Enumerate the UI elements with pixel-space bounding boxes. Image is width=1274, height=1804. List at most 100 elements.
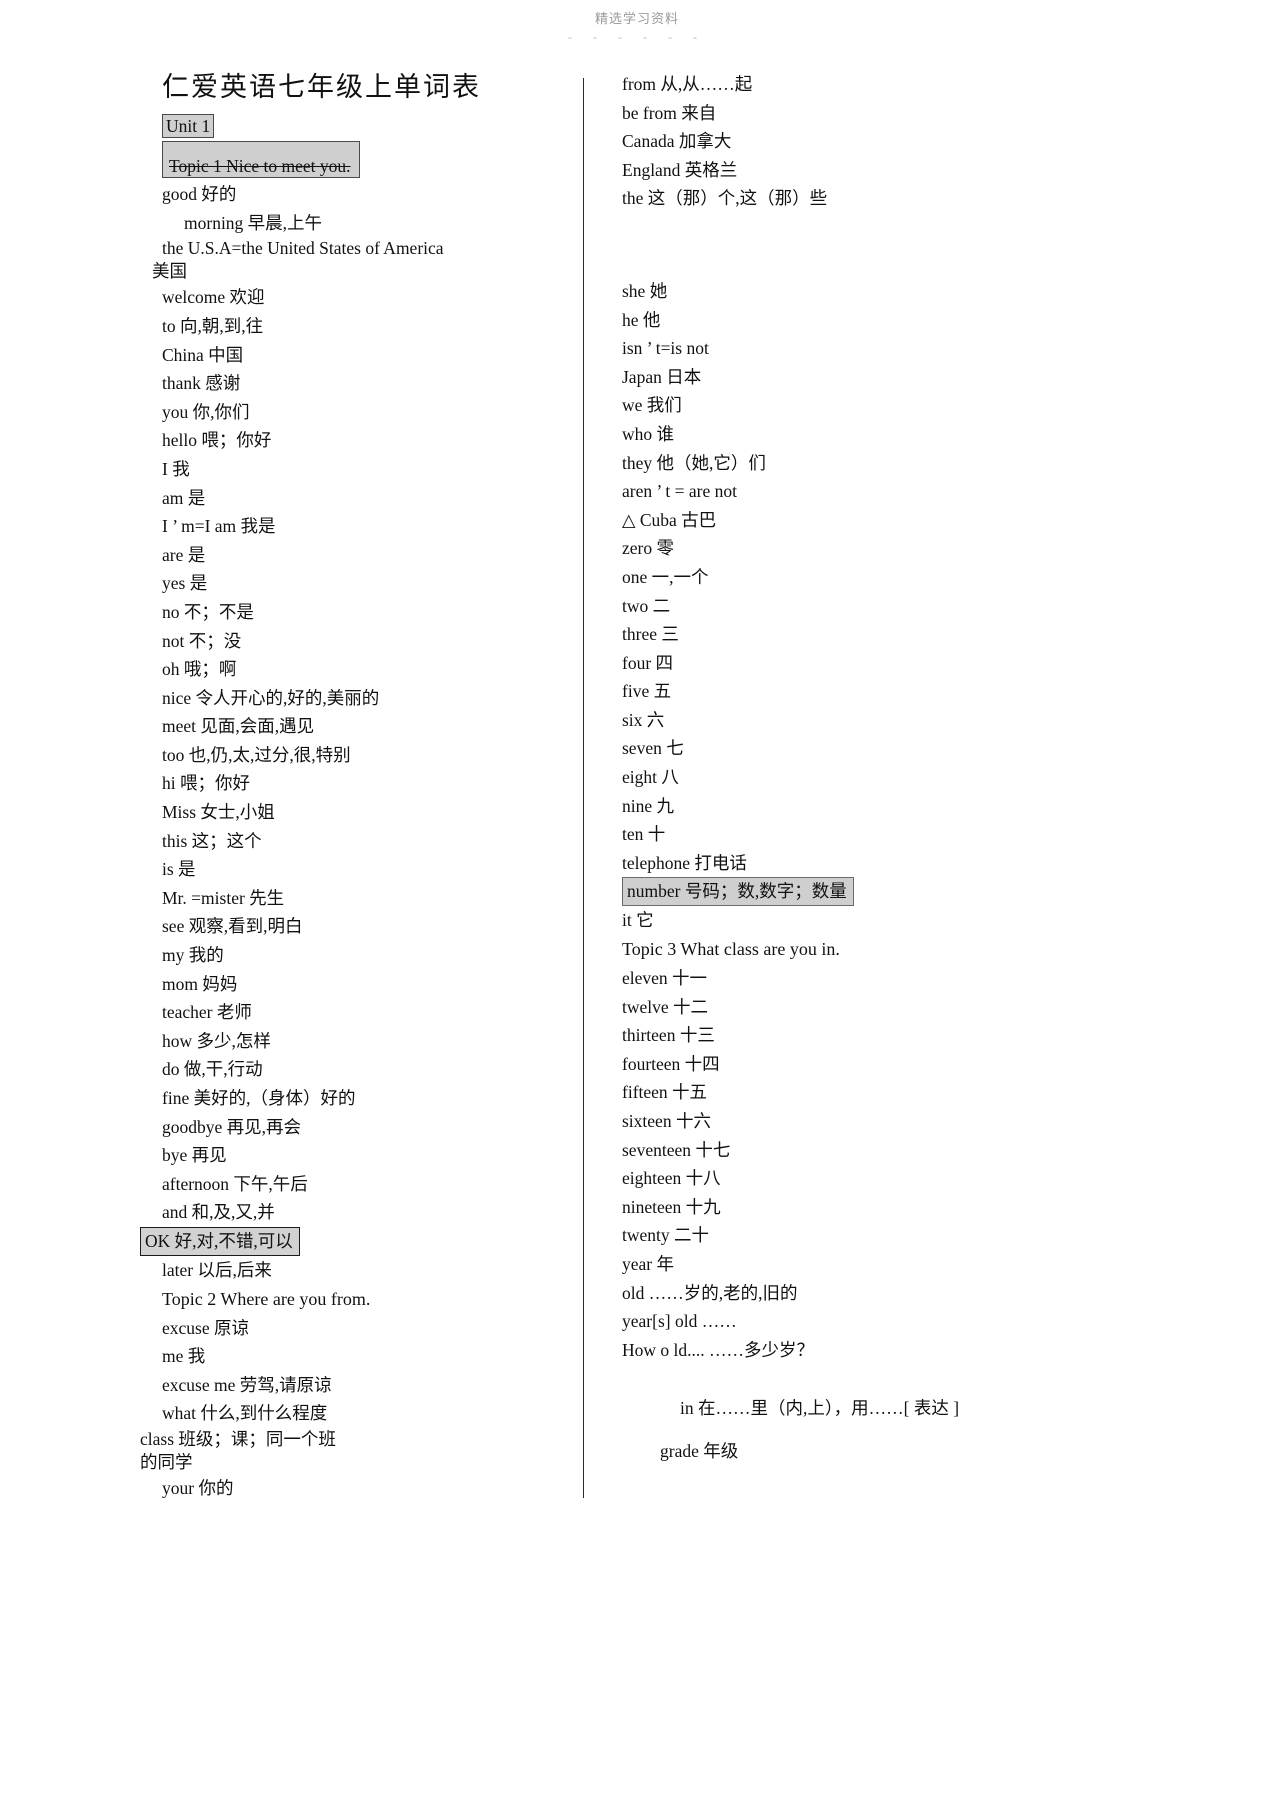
vocab-entry: afternoon 下午,午后: [162, 1173, 308, 1194]
vocab-entry: who 谁: [622, 423, 675, 444]
vocab-entry: grade 年级: [660, 1440, 739, 1461]
vocab-entry: twenty 二十: [622, 1225, 710, 1246]
vocab-entry: the 这（那）个,这（那）些: [622, 188, 828, 209]
vocab-entry: not 不；没: [162, 630, 242, 651]
vocab-entry: five 五: [622, 681, 672, 702]
vocab-entry: to 向,朝,到,往: [162, 315, 264, 336]
right-entry-list-mid: she 她 he 他 isn ’ t=is not Japan 日本 we 我们…: [600, 277, 1030, 877]
vocab-entry: nineteen 十九: [622, 1196, 721, 1217]
vocab-entry: meet 见面,会面,遇见: [162, 716, 315, 737]
column-gap: [600, 213, 1030, 277]
vocab-entry: sixteen 十六: [622, 1111, 711, 1131]
entry-gap: [600, 1423, 1030, 1437]
left-column: 仁爱英语七年级上单词表 Unit 1 Topic 1 Nice to meet …: [140, 70, 580, 1503]
vocab-entry: year 年: [622, 1253, 674, 1274]
vocab-entry: morning 早晨,上午: [184, 212, 323, 233]
vocab-entry: isn ’ t=is not: [622, 338, 709, 359]
vocab-entry: we 我们: [622, 395, 682, 416]
vocab-entry: excuse 原谅: [162, 1317, 249, 1338]
right-entry-list-top: from 从,从……起 be from 来自 Canada 加拿大 Englan…: [600, 70, 1030, 213]
vocab-entry: two 二: [622, 595, 671, 616]
vocab-entry: yes 是: [162, 573, 208, 594]
vocab-entry: 美国: [152, 261, 187, 282]
vocab-entry: old ……岁的,老的,旧的: [622, 1282, 798, 1303]
vocab-entry: twelve 十二: [622, 996, 709, 1017]
vocab-entry: it 它: [622, 910, 654, 931]
vocab-entry: eleven 十一: [622, 968, 708, 989]
watermark-text: 精选学习资料: [594, 11, 679, 26]
vocab-entry: too 也,仍,太,过分,很,特别: [162, 744, 351, 765]
vocab-entry: seventeen 十七: [622, 1139, 731, 1160]
watermark-dashes: - - - - - -: [568, 30, 706, 44]
vocab-entry: and 和,及,又,并: [162, 1202, 275, 1223]
page-watermark: 精选学习资料 - - - - - -: [0, 8, 1274, 45]
vocab-entry: the U.S.A=the United States of America: [162, 238, 444, 259]
vocab-entry: hello 喂；你好: [162, 430, 272, 451]
vocab-entry: goodbye 再见,再会: [162, 1116, 302, 1137]
vocab-entry: fourteen 十四: [622, 1053, 720, 1074]
vocab-entry: do 做,干,行动: [162, 1059, 263, 1080]
vocab-entry: nine 九: [622, 795, 675, 816]
vocab-entry: Japan 日本: [622, 366, 702, 387]
vocab-entry: one 一,一个: [622, 566, 709, 587]
vocab-entry: three 三: [622, 624, 679, 645]
vocab-entry: telephone 打电话: [622, 852, 747, 873]
vocab-entry: zero 零: [622, 538, 674, 559]
vocab-entry: your 你的: [162, 1477, 234, 1498]
vocab-entry: aren ’ t = are not: [622, 481, 737, 502]
left-entry-list: good 好的 morning 早晨,上午 the U.S.A=the Unit…: [140, 180, 580, 1227]
vocab-entry: England 英格兰: [622, 159, 738, 180]
vocab-entry: △ Cuba 古巴: [622, 509, 717, 530]
vocab-entry: from 从,从……起: [622, 74, 753, 94]
vocab-entry: be from 来自: [622, 102, 717, 123]
vocab-entry: fine 美好的,（身体）好的: [162, 1088, 356, 1108]
vocab-entry: China 中国: [162, 344, 244, 365]
vocab-entry: nice 令人开心的,好的,美丽的: [162, 687, 380, 708]
unit-heading: Unit 1: [140, 112, 580, 141]
vocab-entry: thirteen 十三: [622, 1025, 715, 1046]
vocab-entry: four 四: [622, 652, 674, 673]
vocab-entry: bye 再见: [162, 1145, 227, 1166]
vocab-entry: am 是: [162, 487, 206, 508]
vocab-entry: hi 喂；你好: [162, 773, 250, 794]
column-divider: [583, 78, 584, 1498]
vocab-entry: eighteen 十八: [622, 1168, 721, 1189]
column-gap-bottom: [600, 1364, 1030, 1394]
vocab-entry: class 班级；课；同一个班: [140, 1428, 336, 1449]
left-entry-list-continued: later 以后,后来 Topic 2 Where are you from. …: [140, 1256, 580, 1503]
vocab-entry: Miss 女士,小姐: [162, 802, 275, 823]
vocab-entry: she 她: [622, 280, 668, 301]
vocab-entry: good 好的: [162, 184, 237, 205]
vocab-entry: they 他（她,它）们: [622, 452, 766, 473]
vocab-entry: eight 八: [622, 767, 679, 788]
vocab-entry: welcome 欢迎: [162, 287, 265, 308]
vocab-entry: I ’ m=I am 我是: [162, 516, 276, 537]
topic2-heading: Topic 2 Where are you from.: [162, 1288, 371, 1309]
vocab-entry: teacher 老师: [162, 1002, 252, 1023]
vocab-entry: me 我: [162, 1346, 206, 1367]
vocab-entry: see 观察,看到,明白: [162, 916, 303, 937]
vocab-entry: are 是: [162, 544, 206, 565]
vocab-entry: fifteen 十五: [622, 1082, 708, 1103]
vocab-entry: you 你,你们: [162, 401, 250, 422]
vocab-entry: what 什么,到什么程度: [162, 1403, 328, 1424]
vocab-entry: seven 七: [622, 738, 684, 759]
vocab-entry: Mr. =mister 先生: [162, 887, 285, 908]
right-entry-list-bottom: in 在……里（内,上），用……[ 表达 ] grade 年级: [600, 1394, 1030, 1465]
vocab-entry: six 六: [622, 709, 665, 730]
vocab-entry: this 这；这个: [162, 830, 262, 851]
vocab-entry: thank 感谢: [162, 373, 241, 394]
vocab-entry: mom 妈妈: [162, 973, 238, 994]
document-body: 仁爱英语七年级上单词表 Unit 1 Topic 1 Nice to meet …: [0, 70, 1274, 1550]
vocab-entry: How o ld.... ……多少岁？: [622, 1339, 815, 1360]
vocab-entry: I 我: [162, 458, 190, 479]
vocab-entry: he 他: [622, 309, 661, 330]
right-column: from 从,从……起 be from 来自 Canada 加拿大 Englan…: [600, 70, 1030, 1466]
topic3-heading: Topic 3 What class are you in.: [622, 939, 840, 960]
topic1-heading: Topic 1 Nice to meet you.: [140, 140, 580, 181]
vocab-entry: ten 十: [622, 824, 666, 845]
highlighted-entry-ok: OK 好,对,不错,可以: [140, 1226, 580, 1256]
ok-entry-text: OK 好,对,不错,可以: [140, 1226, 300, 1256]
vocab-entry: how 多少,怎样: [162, 1030, 271, 1051]
vocab-entry: later 以后,后来: [162, 1259, 272, 1280]
